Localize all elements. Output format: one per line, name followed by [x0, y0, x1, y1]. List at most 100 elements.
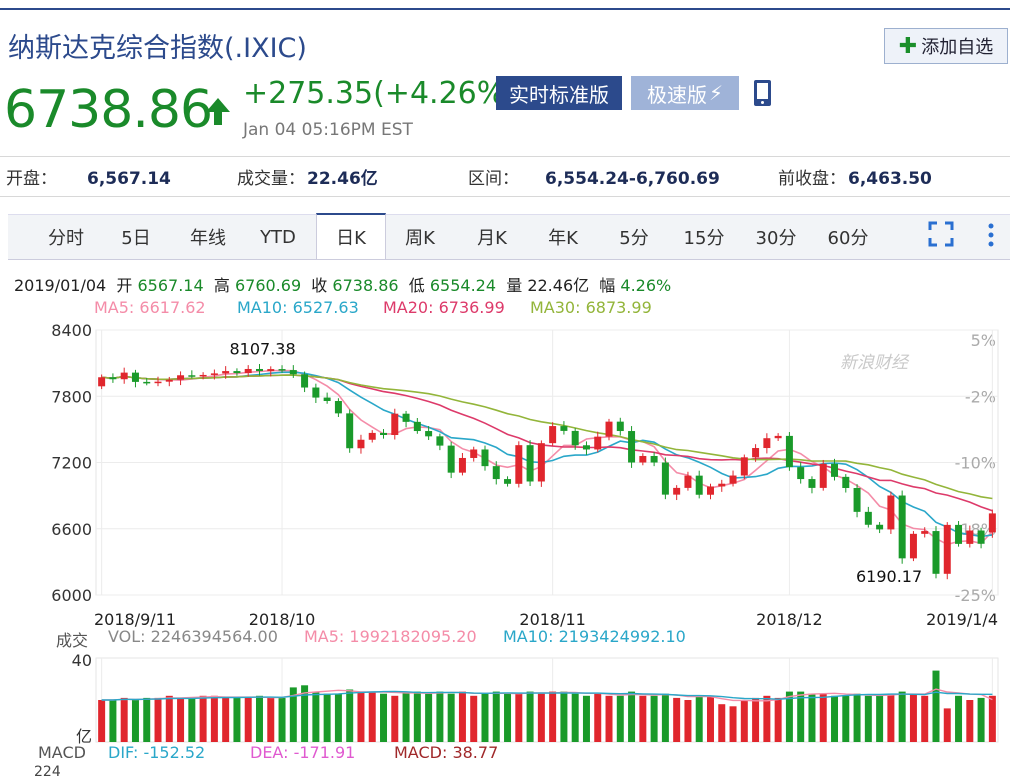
volume-bar — [334, 693, 342, 742]
candle — [109, 377, 117, 380]
volume-bar — [154, 697, 162, 742]
candle — [481, 449, 489, 467]
candle — [154, 381, 162, 384]
volume-bar — [842, 695, 850, 742]
candle — [785, 435, 793, 468]
candle — [447, 445, 455, 473]
candle — [131, 372, 139, 382]
divider — [0, 196, 1010, 197]
volume-bar — [537, 693, 545, 742]
candle — [797, 467, 805, 480]
candle — [876, 524, 884, 530]
candle — [120, 372, 128, 380]
candle — [831, 463, 839, 477]
candle — [515, 445, 523, 484]
ma20-label: MA20: 6736.99 — [383, 298, 505, 317]
mobile-icon[interactable] — [752, 78, 774, 108]
candle — [380, 432, 388, 436]
macd-title: MACD — [38, 743, 86, 762]
fullscreen-icon[interactable] — [928, 221, 954, 249]
candle — [898, 495, 906, 559]
volume-bar — [729, 706, 737, 742]
tab-weekly-k[interactable]: 周K — [392, 215, 448, 259]
candle — [943, 524, 951, 574]
volume-bar — [819, 693, 827, 742]
volume-bar — [233, 697, 241, 742]
volume-bar — [323, 693, 331, 742]
volume-bar — [808, 693, 816, 742]
candle — [143, 381, 151, 384]
volume-bar — [436, 691, 444, 742]
realtime-standard-button[interactable]: 实时标准版 — [496, 76, 622, 110]
tab-30min[interactable]: 30分 — [748, 215, 804, 259]
tab-5min[interactable]: 5分 — [606, 215, 662, 259]
candle — [560, 426, 568, 431]
candle — [695, 475, 703, 495]
tab-monthly-k[interactable]: 月K — [464, 215, 520, 259]
volume-bar — [966, 700, 974, 742]
candle — [887, 495, 895, 530]
tab-yearly-k[interactable]: 年K — [535, 215, 591, 259]
volume-bar — [278, 697, 286, 742]
candle — [222, 371, 230, 374]
volume-bar — [887, 693, 895, 742]
candlestick-chart[interactable]: 840078007200660060005%-2%-10%-18%-25%201… — [0, 320, 1010, 630]
tab-daily-k[interactable]: 日K — [316, 213, 386, 259]
volume-bar — [943, 708, 951, 742]
candle — [650, 455, 658, 463]
volume-frame — [95, 657, 999, 743]
fast-version-label: 极速版 — [646, 82, 707, 107]
plus-icon: ✚ — [898, 33, 918, 59]
vol-ma10: MA10: 2193424992.10 — [503, 627, 686, 646]
fast-version-button[interactable]: 极速版 ⚡ — [631, 76, 739, 110]
sina-watermark: 新浪财经 — [840, 353, 910, 373]
divider — [0, 156, 1010, 157]
volume-bar — [549, 691, 557, 742]
add-watchlist-button[interactable]: ✚ 添加自选 — [884, 28, 1008, 64]
tab-5day[interactable]: 5日 — [108, 215, 164, 259]
volume-bar — [312, 691, 320, 742]
tab-ytd[interactable]: YTD — [250, 215, 306, 259]
volume-bar — [718, 704, 726, 742]
candle — [549, 426, 557, 444]
volume-chart[interactable]: 40亿 — [0, 650, 1010, 746]
volume-bar — [470, 695, 478, 742]
tab-15min[interactable]: 15分 — [676, 215, 732, 259]
volume-bar — [515, 693, 523, 742]
volume-bar — [425, 693, 433, 742]
volume-bar — [357, 691, 365, 742]
candle — [774, 435, 782, 439]
candle — [582, 445, 590, 450]
candle — [492, 466, 500, 480]
candle — [718, 483, 726, 487]
candle — [301, 374, 309, 388]
volume-bar — [255, 695, 263, 742]
x-tick-label: 2018/12 — [756, 610, 822, 629]
more-icon[interactable] — [986, 221, 996, 251]
up-arrow-icon — [206, 98, 230, 125]
volume-bar — [876, 695, 884, 742]
top-border — [0, 8, 1010, 10]
volume-bar — [526, 691, 534, 742]
volume-bar — [988, 695, 996, 742]
index-title: 纳斯达克综合指数(.IXIC) — [8, 33, 307, 64]
y-tick-label: 7800 — [51, 387, 92, 406]
volume-bar — [447, 693, 455, 742]
tab-year-line[interactable]: 年线 — [180, 215, 236, 259]
candle — [526, 445, 534, 482]
candle — [436, 436, 444, 446]
stat-volume: 成交量： 22.46亿 — [237, 169, 378, 189]
candle — [729, 475, 737, 484]
vol-value: VOL: 2246394564.00 — [108, 627, 278, 646]
volume-bar — [177, 697, 185, 742]
candle — [346, 413, 354, 449]
candle — [188, 375, 196, 377]
period-tabs: 分时 5日 年线 YTD 日K 周K 月K 年K 5分 15分 30分 60分 — [8, 213, 1010, 260]
candle — [988, 513, 996, 533]
candle — [763, 438, 771, 449]
candle — [661, 462, 669, 495]
volume-bar — [391, 695, 399, 742]
tab-intraday[interactable]: 分时 — [38, 215, 94, 259]
tab-60min[interactable]: 60分 — [820, 215, 876, 259]
volume-bar — [346, 689, 354, 742]
